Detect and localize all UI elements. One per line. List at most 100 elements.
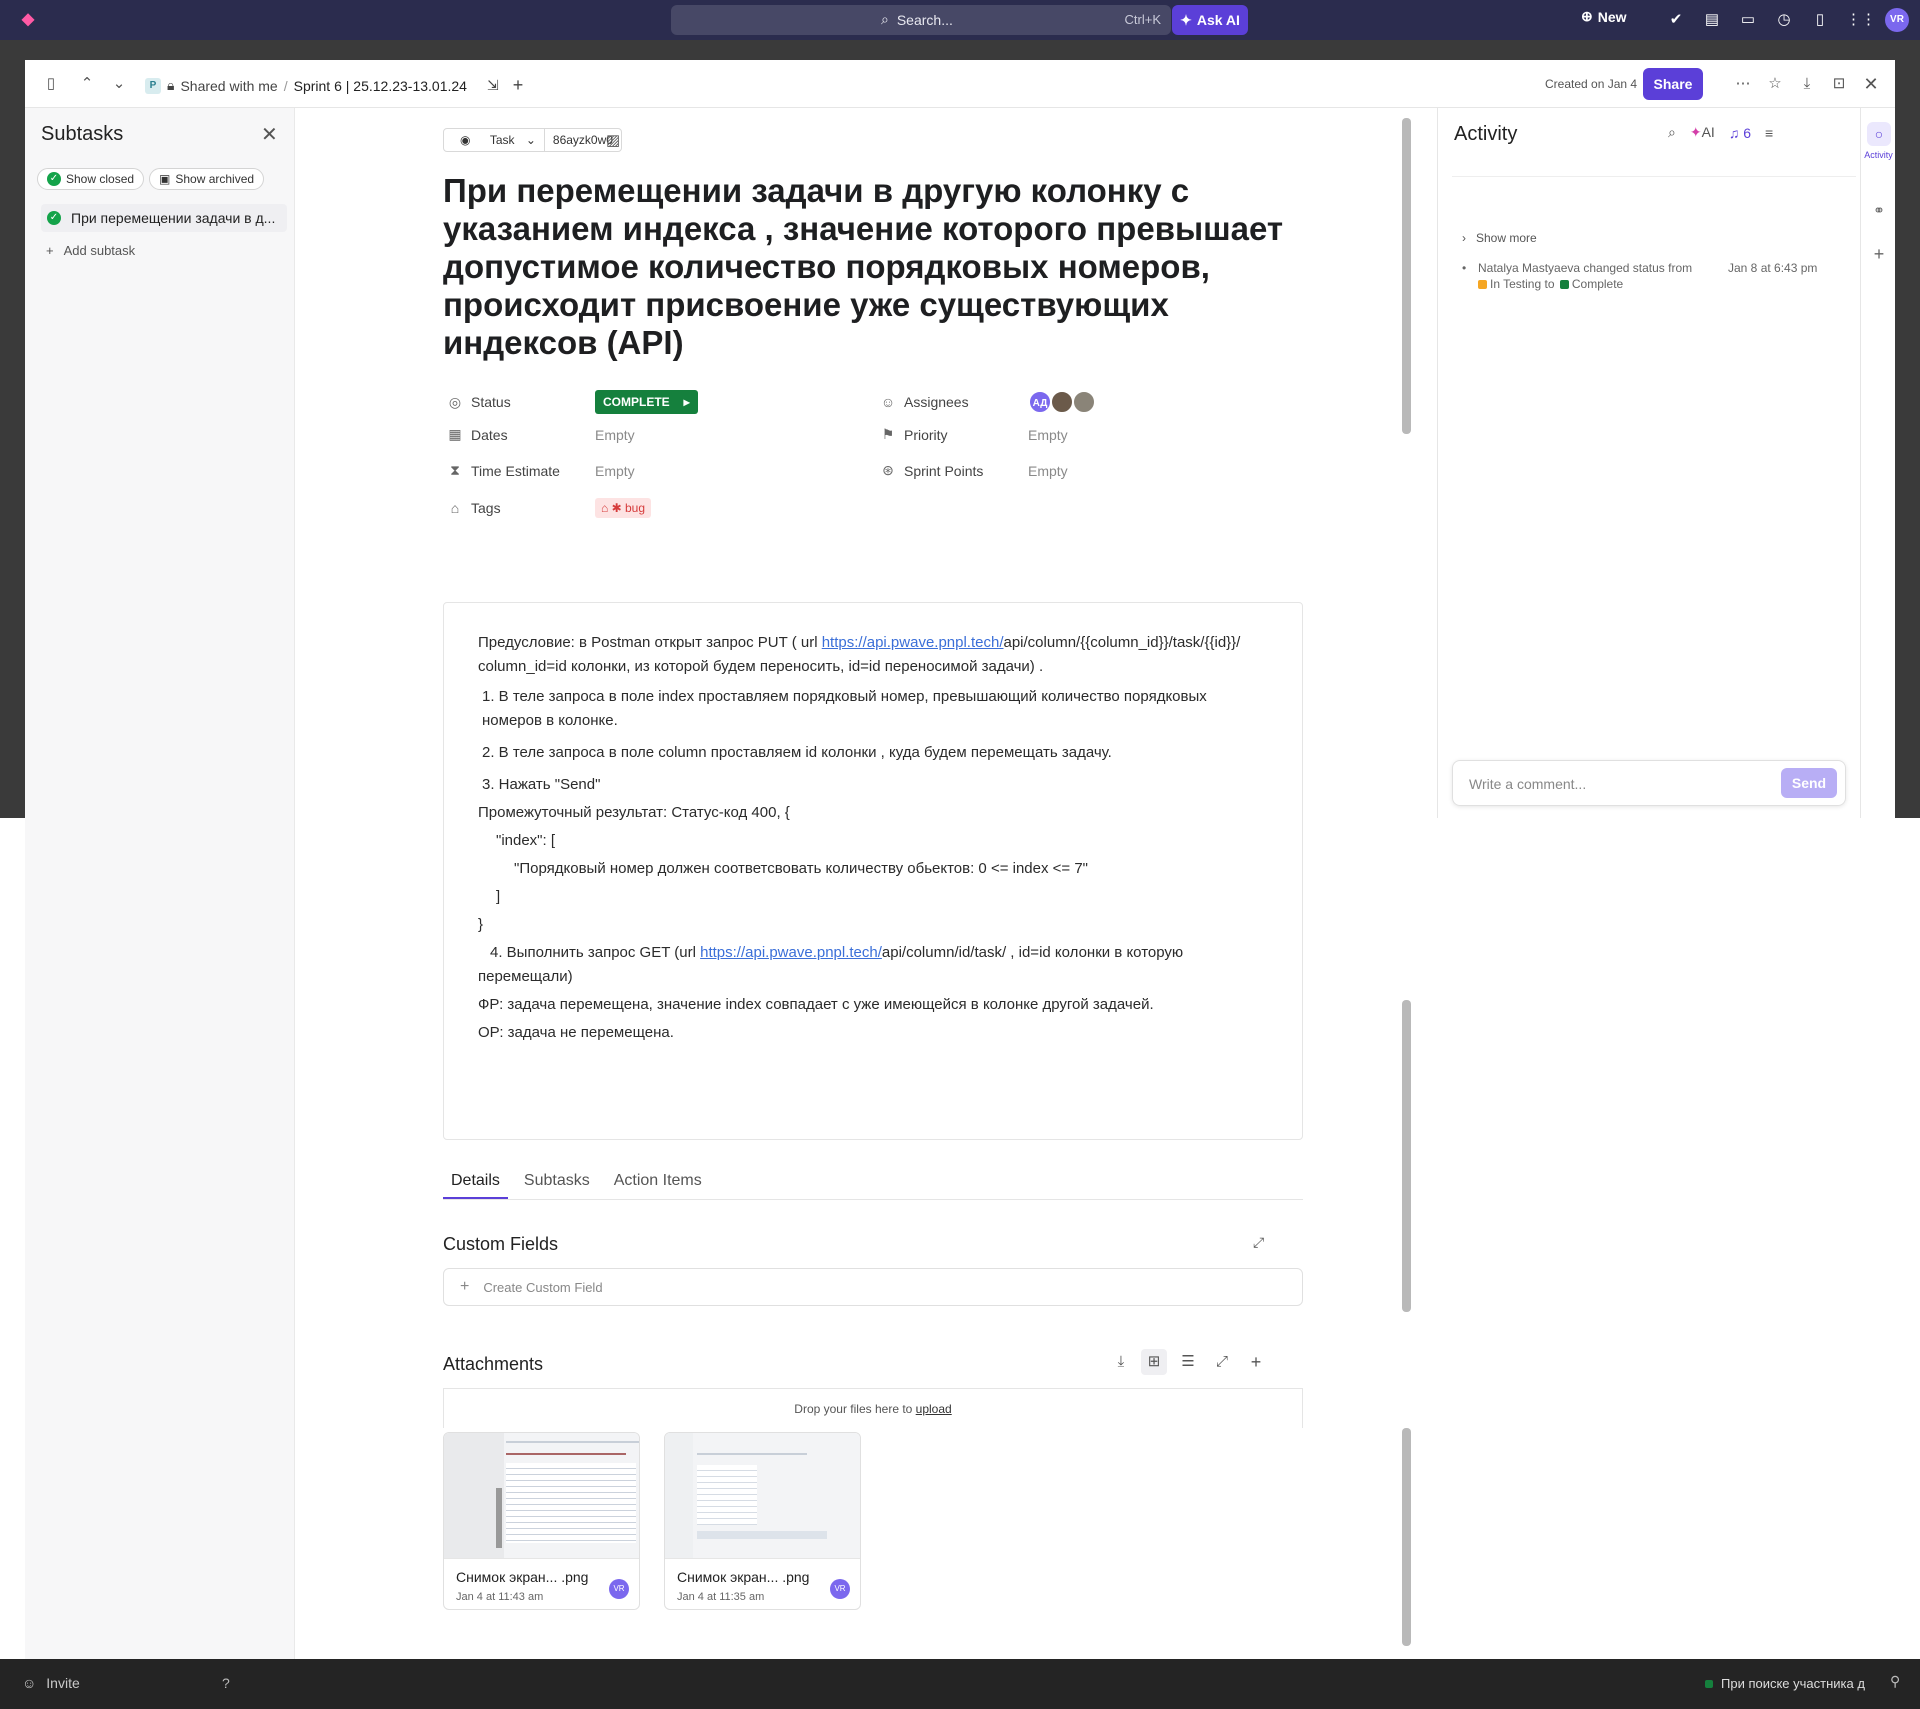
- expand-panel-icon[interactable]: ⊡: [1829, 74, 1849, 94]
- star-icon[interactable]: ☆: [1765, 74, 1785, 94]
- search-icon[interactable]: ⌕: [1668, 124, 1676, 141]
- user-avatar[interactable]: VR: [1885, 8, 1909, 32]
- check-circle-icon[interactable]: ✔: [1666, 10, 1686, 30]
- show-more-label: Show more: [1476, 231, 1537, 245]
- expand-icon[interactable]: ⤢: [1253, 1234, 1264, 1251]
- sprint-points-value[interactable]: Empty: [1028, 463, 1068, 479]
- rail-activity-label: Activity: [1864, 150, 1893, 160]
- attachment-card[interactable]: Снимок экран... .png Jan 4 at 11:35 am V…: [664, 1432, 861, 1610]
- task-description[interactable]: Предусловие: в Postman открыт запрос PUT…: [443, 602, 1303, 1140]
- apps-grid-icon[interactable]: ⋮⋮: [1846, 10, 1876, 30]
- plus-icon[interactable]: +: [1243, 1349, 1269, 1375]
- pin-icon[interactable]: ⚲: [1890, 1673, 1900, 1690]
- close-icon[interactable]: ✕: [261, 122, 278, 147]
- show-closed-button[interactable]: ✓ Show closed: [37, 168, 145, 190]
- task-tabs: Details Subtasks Action Items: [443, 1162, 1303, 1200]
- subtask-label: При перемещении задачи в д...: [71, 210, 276, 226]
- plus-icon[interactable]: +: [513, 75, 524, 96]
- grid-view-icon[interactable]: ⊞: [1141, 1349, 1167, 1375]
- subtasks-panel: Subtasks ✕ ✓ Show closed ▣ Show archived ✓…: [25, 108, 295, 1709]
- dates-value[interactable]: Empty: [595, 427, 635, 443]
- tab-action-items[interactable]: Action Items: [606, 1162, 710, 1199]
- video-icon[interactable]: ▭: [1738, 10, 1758, 30]
- scrollbar-thumb[interactable]: [1402, 118, 1411, 434]
- breadcrumb-shared[interactable]: Shared with me: [180, 78, 277, 94]
- assignees-label: Assignees: [904, 394, 969, 410]
- upload-dropzone[interactable]: Drop your files here to upload: [443, 1388, 1303, 1428]
- image-icon[interactable]: ▨: [606, 131, 620, 149]
- share-button[interactable]: Share: [1643, 68, 1703, 100]
- subtasks-title: Subtasks: [41, 123, 124, 145]
- assignee-avatar[interactable]: [1050, 390, 1074, 414]
- more-options-icon[interactable]: ⋯: [1733, 74, 1753, 94]
- desc-link[interactable]: https://api.pwave.pnpl.tech/: [822, 634, 1004, 651]
- plus-icon: +: [460, 1278, 470, 1295]
- download-icon[interactable]: ⤓: [1108, 1349, 1134, 1375]
- new-button[interactable]: ⊕ New: [1581, 8, 1627, 25]
- upload-link[interactable]: upload: [916, 1402, 952, 1416]
- minimized-task[interactable]: При поиске участника д: [1705, 1676, 1865, 1691]
- tag-bug[interactable]: ⌂ ✱ bug: [595, 498, 652, 518]
- invite-button[interactable]: ☺ Invite: [22, 1675, 80, 1691]
- radio-icon: ◉: [460, 133, 471, 147]
- show-more-button[interactable]: › Show more: [1462, 231, 1537, 245]
- add-subtask-button[interactable]: + Add subtask: [46, 243, 135, 258]
- activity-ai-button[interactable]: ✦AI: [1690, 124, 1715, 141]
- chevron-up-icon[interactable]: ⌃: [77, 74, 97, 94]
- activity-chat-icon[interactable]: ○: [1867, 122, 1891, 146]
- create-custom-field-button[interactable]: + Create Custom Field: [443, 1268, 1303, 1306]
- tab-subtasks[interactable]: Subtasks: [516, 1162, 598, 1199]
- subtask-item[interactable]: ✓ При перемещении задачи в д...: [41, 204, 287, 232]
- status-badge[interactable]: COMPLETE ▸: [595, 390, 698, 414]
- calendar-icon: ▦: [448, 426, 462, 442]
- notifications-button[interactable]: ♫ 6: [1729, 125, 1751, 141]
- breadcrumb: P 🔒︎ Shared with me / Sprint 6 | 25.12.2…: [145, 75, 523, 96]
- space-badge[interactable]: P: [145, 77, 161, 94]
- search-bar[interactable]: ⌕ Search... Ctrl+K: [671, 5, 1171, 35]
- alarm-clock-icon[interactable]: ◷: [1774, 10, 1794, 30]
- create-custom-field-label: Create Custom Field: [483, 1279, 603, 1295]
- send-button[interactable]: Send: [1781, 768, 1837, 798]
- scrollbar-thumb[interactable]: [1402, 1000, 1411, 1312]
- tab-details[interactable]: Details: [443, 1162, 508, 1199]
- task-title[interactable]: При перемещении задачи в другую колонку …: [443, 172, 1303, 362]
- assignee-avatar[interactable]: [1072, 390, 1096, 414]
- list-view-icon[interactable]: ☰: [1175, 1349, 1201, 1375]
- uploader-avatar: VR: [830, 1579, 850, 1599]
- attachment-thumbnail: [665, 1433, 860, 1559]
- chevron-down-icon[interactable]: ⌄: [109, 74, 129, 94]
- document-icon[interactable]: ▯: [1810, 10, 1830, 30]
- plus-icon[interactable]: +: [1867, 242, 1891, 266]
- desc-json-line: "index": [: [496, 832, 556, 849]
- sprint-points-icon: ⊛: [882, 462, 894, 478]
- priority-value[interactable]: Empty: [1028, 427, 1068, 443]
- link-icon[interactable]: ⚭: [1867, 198, 1891, 222]
- assignee-avatar[interactable]: АД: [1028, 390, 1052, 414]
- attachment-time: Jan 4 at 11:43 am: [456, 1591, 544, 1603]
- notification-count: 6: [1743, 124, 1751, 141]
- move-icon[interactable]: ⇲: [487, 77, 499, 94]
- expand-icon[interactable]: ⤢: [1209, 1349, 1235, 1375]
- filter-icon[interactable]: ≡: [1765, 125, 1773, 141]
- task-type[interactable]: ◉ Task ⌄: [444, 129, 544, 151]
- comment-input[interactable]: Write a comment...: [1469, 776, 1586, 792]
- ai-label: AI: [1701, 124, 1715, 140]
- desc-link[interactable]: https://api.pwave.pnpl.tech/: [700, 944, 882, 961]
- uploader-avatar: VR: [609, 1579, 629, 1599]
- help-icon[interactable]: ?: [222, 1675, 230, 1691]
- task-type-selector[interactable]: ◉ Task ⌄ 86ayzk0w0: [443, 128, 622, 152]
- event-from-status: In Testing: [1490, 277, 1542, 291]
- ask-ai-button[interactable]: ✦ Ask AI: [1172, 5, 1248, 35]
- sidebar-toggle-icon[interactable]: ▯: [41, 74, 61, 94]
- breadcrumb-list[interactable]: Sprint 6 | 25.12.23-13.01.24: [294, 78, 467, 94]
- minimize-icon[interactable]: ⤓: [1797, 74, 1817, 94]
- show-closed-label: Show closed: [66, 172, 135, 186]
- attachment-card[interactable]: Снимок экран... .png Jan 4 at 11:43 am V…: [443, 1432, 640, 1610]
- comment-box[interactable]: Write a comment... Send: [1452, 760, 1846, 806]
- notepad-icon[interactable]: ▤: [1702, 10, 1722, 30]
- close-icon[interactable]: ✕: [1861, 74, 1881, 94]
- scrollbar-thumb[interactable]: [1402, 1428, 1411, 1646]
- show-archived-button[interactable]: ▣ Show archived: [149, 168, 265, 190]
- clickup-logo-icon[interactable]: ◆: [18, 10, 38, 30]
- time-estimate-value[interactable]: Empty: [595, 463, 635, 479]
